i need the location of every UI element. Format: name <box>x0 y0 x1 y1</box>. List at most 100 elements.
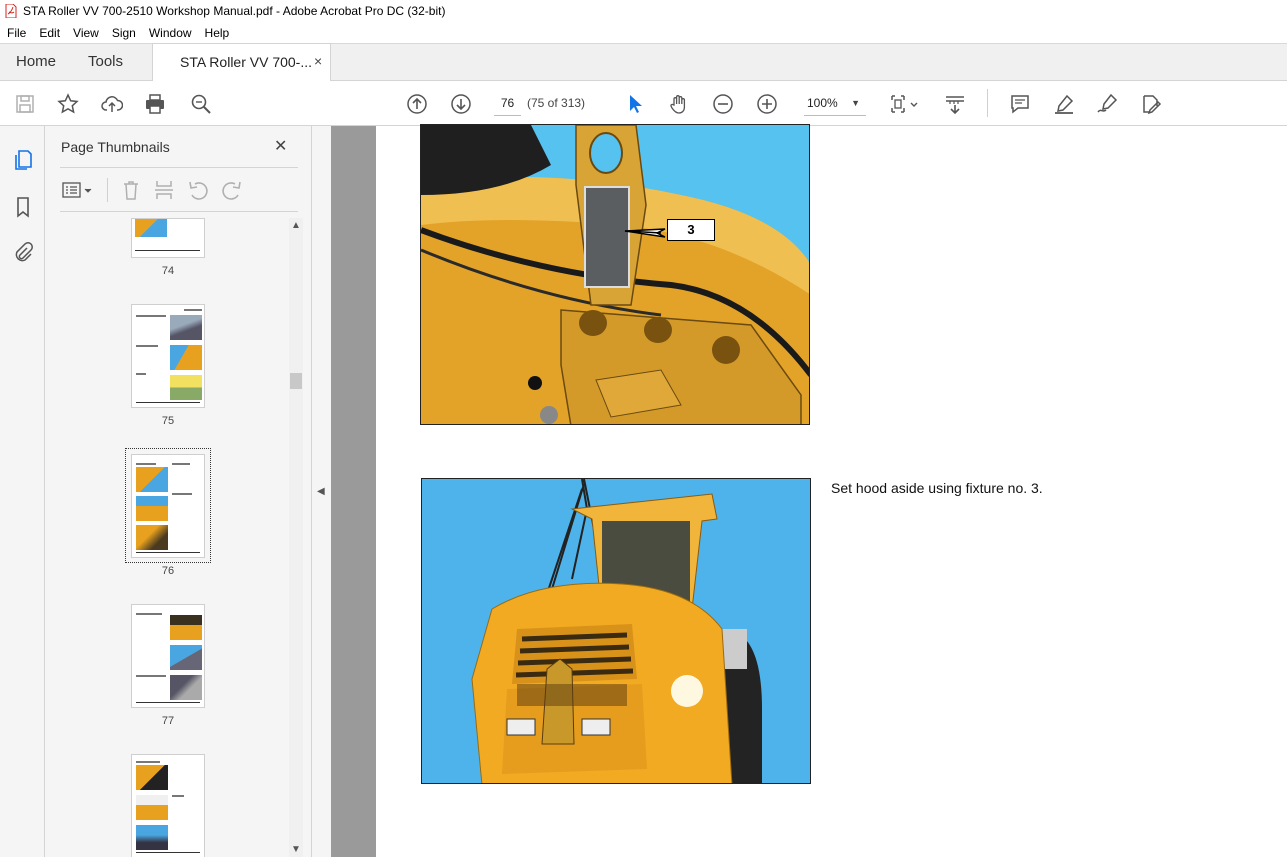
thumbnail-options-icon[interactable] <box>61 178 95 202</box>
pages-icon[interactable] <box>11 148 35 172</box>
thumbnail-page-number: 74 <box>161 265 175 277</box>
document-view[interactable]: 3 Set hood aside using fixture no. 3. <box>331 124 1287 857</box>
photo-lifting-bracket: 3 <box>420 124 810 425</box>
menu-edit[interactable]: Edit <box>32 26 66 40</box>
thumbnail-text <box>136 345 158 347</box>
photo-roller-hood <box>421 478 811 784</box>
thumbnail-image <box>170 615 202 640</box>
menu-sign[interactable]: Sign <box>105 26 142 40</box>
thumbnail-image <box>136 765 168 790</box>
thumbnail-scrollbar[interactable]: ▲ ▼ <box>289 218 303 857</box>
thumbnail-image <box>136 496 168 521</box>
redact-icon[interactable] <box>1138 91 1164 117</box>
pdf-page: 3 Set hood aside using fixture no. 3. <box>376 124 1287 857</box>
thumbnail-text <box>136 675 166 677</box>
menu-help[interactable]: Help <box>198 26 236 40</box>
comment-icon[interactable] <box>1007 91 1033 117</box>
tab-home[interactable]: Home <box>16 53 56 70</box>
thumbnail-text <box>136 613 162 615</box>
panel-title: Page Thumbnails <box>61 139 170 155</box>
toolbar: 76 (75 of 313) 100% ▼ <box>0 81 1287 126</box>
menu-window[interactable]: Window <box>142 26 198 40</box>
bookmark-icon[interactable] <box>11 195 35 219</box>
page-thumbnail[interactable] <box>131 754 205 857</box>
thumbnail-image <box>170 645 202 670</box>
tab-close-icon[interactable]: × <box>314 53 322 69</box>
zoom-in-icon[interactable] <box>754 91 780 117</box>
zoom-value: 100% <box>807 96 838 110</box>
highlight-icon[interactable] <box>1051 91 1077 117</box>
thumbnail-rule <box>136 852 200 853</box>
delete-icon <box>119 178 143 202</box>
select-arrow-icon[interactable] <box>622 91 648 117</box>
thumbnail-rule <box>136 552 200 553</box>
thumbnail-text <box>136 463 156 465</box>
page-thumbnail-current[interactable] <box>131 454 205 558</box>
panel-toolbar-separator <box>107 178 108 202</box>
thumbnail-text <box>136 373 146 375</box>
title-bar: STA Roller VV 700-2510 Workshop Manual.p… <box>0 0 1287 22</box>
thumbnail-image <box>170 345 202 370</box>
thumbnail-image <box>136 795 168 820</box>
thumbnail-text <box>172 493 192 495</box>
panel-divider <box>60 211 298 212</box>
thumbnail-page-number: 75 <box>161 415 175 427</box>
fit-page-icon[interactable] <box>886 91 922 117</box>
page-thumbnail[interactable] <box>131 604 205 708</box>
thumbnail-page-number: 76 <box>161 565 175 577</box>
thumbnail-rule <box>136 402 200 403</box>
save-icon[interactable] <box>12 91 38 117</box>
upload-icon[interactable] <box>99 91 125 117</box>
thumbnail-text <box>136 315 166 317</box>
insert-page-icon <box>152 178 176 202</box>
collapse-panel-icon[interactable]: ◀ <box>317 486 325 497</box>
rotate-left-icon <box>186 178 210 202</box>
tab-row: Home Tools STA Roller VV 700-... × <box>0 43 1287 82</box>
thumbnail-image <box>136 525 168 550</box>
zoom-search-icon[interactable] <box>188 91 214 117</box>
instruction-caption: Set hood aside using fixture no. 3. <box>831 480 1043 496</box>
tab-document-label: STA Roller VV 700-... <box>180 54 313 70</box>
thumbnail-image <box>135 219 167 237</box>
scrollbar-thumb[interactable] <box>290 373 302 389</box>
zoom-out-icon[interactable] <box>710 91 736 117</box>
panel-divider <box>60 167 298 168</box>
callout-label: 3 <box>667 219 715 241</box>
window-title: STA Roller VV 700-2510 Workshop Manual.p… <box>23 4 446 18</box>
thumbnail-image <box>170 315 202 340</box>
pdf-app-icon <box>5 3 17 19</box>
scroll-down-icon[interactable]: ▼ <box>291 844 301 855</box>
sign-icon[interactable] <box>1094 91 1120 117</box>
thumbnail-text <box>172 463 190 465</box>
thumbnail-image <box>170 375 202 400</box>
zoom-select[interactable]: 100% ▼ <box>804 92 866 116</box>
menu-file[interactable]: File <box>0 26 32 40</box>
chevron-down-icon: ▼ <box>851 98 860 108</box>
menu-bar: File Edit View Sign Window Help <box>0 22 1287 43</box>
print-icon[interactable] <box>142 91 168 117</box>
thumbnail-text <box>136 761 160 763</box>
tab-document[interactable]: STA Roller VV 700-... × <box>152 43 331 82</box>
left-navigation-strip <box>0 126 45 857</box>
hand-icon[interactable] <box>666 91 692 117</box>
thumbnail-text <box>184 309 202 311</box>
page-number-input[interactable]: 76 <box>494 92 521 116</box>
thumbnail-image <box>136 825 168 850</box>
attachment-icon[interactable] <box>11 241 35 265</box>
prev-page-icon[interactable] <box>404 91 430 117</box>
page-thumbnail[interactable] <box>131 218 205 258</box>
page-thumbnail[interactable] <box>131 304 205 408</box>
close-icon[interactable]: ✕ <box>274 136 287 156</box>
scroll-mode-icon[interactable] <box>942 91 968 117</box>
thumbnail-image <box>170 675 202 700</box>
thumbnail-page-number: 77 <box>161 715 175 727</box>
next-page-icon[interactable] <box>448 91 474 117</box>
scroll-up-icon[interactable]: ▲ <box>291 220 301 231</box>
tab-tools[interactable]: Tools <box>88 53 123 70</box>
panel-splitter[interactable]: ◀ <box>311 126 331 857</box>
thumbnail-text <box>172 795 184 797</box>
thumbnail-rule <box>136 702 200 703</box>
star-icon[interactable] <box>55 91 81 117</box>
thumbnail-image <box>136 467 168 492</box>
menu-view[interactable]: View <box>66 26 105 40</box>
